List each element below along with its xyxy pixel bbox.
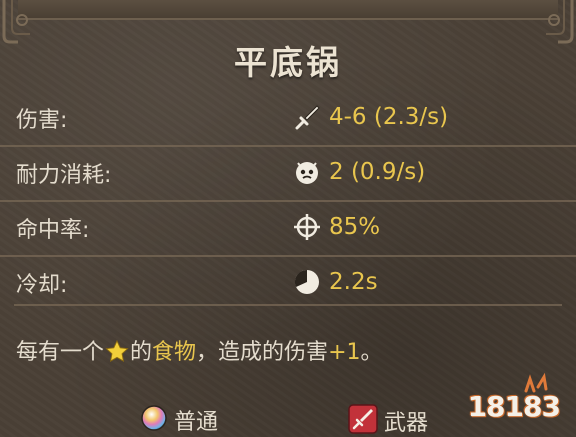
effect-bonus: +1 xyxy=(328,340,361,365)
stat-label: 命中率: xyxy=(16,218,90,243)
star-icon xyxy=(105,340,129,362)
watermark-text: 18183 xyxy=(467,390,561,423)
stat-label: 冷却: xyxy=(16,273,68,298)
item-tooltip: 平底锅 伤害: 4-6 (2.3/s) 耐力消耗: 2 (0.9/s) 命中率:… xyxy=(0,0,576,437)
effect-text: ，造成的伤害 xyxy=(196,340,329,365)
effect-text: 。 xyxy=(360,340,383,365)
rarity-label: 普通 xyxy=(174,410,219,435)
stat-label: 耐力消耗: xyxy=(16,163,112,188)
stat-value: 2.2s xyxy=(329,269,378,295)
frame-bar xyxy=(18,0,558,20)
weapon-badge-icon xyxy=(348,404,378,437)
stat-label: 伤害: xyxy=(16,108,68,133)
sword-icon xyxy=(292,102,322,132)
watermark-logo: 18183 xyxy=(456,369,566,429)
type-tag: 武器 xyxy=(348,404,428,437)
stat-row-damage: 伤害: 4-6 (2.3/s) xyxy=(0,92,576,145)
stat-value: 85% xyxy=(329,214,381,240)
effect-description: 每有一个 的食物，造成的伤害+1。 xyxy=(16,334,383,366)
stat-row-stamina: 耐力消耗: 2 (0.9/s) xyxy=(0,145,576,200)
effect-text: 每有一个 xyxy=(16,340,105,365)
crosshair-icon xyxy=(292,212,322,242)
stat-row-cooldown: 冷却: 2.2s xyxy=(0,255,576,310)
rarity-tag: 普通 xyxy=(140,404,218,436)
cooldown-clock-icon xyxy=(292,267,322,297)
stat-value: 2 (0.9/s) xyxy=(329,159,426,185)
divider xyxy=(14,304,562,306)
stat-value: 4-6 (2.3/s) xyxy=(329,104,449,130)
rarity-orb-icon xyxy=(140,404,168,436)
effect-keyword: 食物 xyxy=(152,340,197,365)
stat-row-accuracy: 命中率: 85% xyxy=(0,200,576,255)
effect-text: 的 xyxy=(130,340,153,365)
stats-list: 伤害: 4-6 (2.3/s) 耐力消耗: 2 (0.9/s) 命中率: 85%… xyxy=(0,92,576,310)
stamina-face-icon xyxy=(292,157,322,187)
type-label: 武器 xyxy=(384,411,429,436)
item-title: 平底锅 xyxy=(234,43,342,82)
